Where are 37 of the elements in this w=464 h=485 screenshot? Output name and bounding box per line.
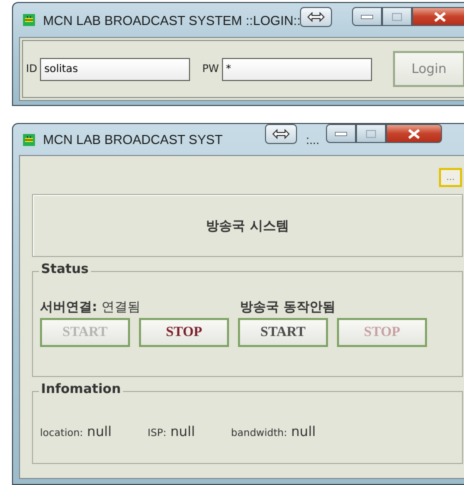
resize-button[interactable] xyxy=(300,7,332,27)
minimize-button[interactable] xyxy=(352,7,382,26)
maximize-icon xyxy=(366,130,376,138)
field-label: location: xyxy=(40,428,84,439)
close-button[interactable] xyxy=(386,124,442,143)
station-status: 방송국 동작안됨 xyxy=(240,299,337,316)
more-button[interactable]: ... xyxy=(439,168,462,187)
start-button[interactable]: START xyxy=(238,318,328,347)
field-value: null xyxy=(291,424,316,440)
maximize-icon xyxy=(392,12,402,20)
field-value: null xyxy=(170,424,195,440)
double-arrow-icon xyxy=(307,12,325,22)
id-label: ID xyxy=(26,63,38,75)
pw-label: PW xyxy=(202,63,219,75)
stop-button[interactable]: STOP xyxy=(139,318,229,347)
server-status: 서버연결: 연결됨 xyxy=(40,299,142,316)
app-icon xyxy=(23,134,35,146)
resize-button[interactable] xyxy=(265,124,297,144)
password-field[interactable]: * xyxy=(222,58,372,80)
minimize-icon xyxy=(361,14,373,18)
close-icon xyxy=(408,128,420,138)
id-field[interactable]: solitas xyxy=(40,58,190,80)
window-title: MCN LAB BROADCAST SYSTEM ::LOGIN:: xyxy=(43,12,301,28)
field-label: ISP: xyxy=(148,428,166,439)
window-title: :... xyxy=(306,133,320,147)
minimize-button[interactable] xyxy=(326,124,356,143)
double-arrow-icon xyxy=(272,129,290,139)
minimize-icon xyxy=(335,132,347,136)
app-icon xyxy=(23,14,35,26)
close-icon xyxy=(434,12,446,22)
maximize-button[interactable] xyxy=(382,7,412,26)
field-label: bandwidth: xyxy=(231,428,288,439)
maximize-button[interactable] xyxy=(356,124,386,143)
close-button[interactable] xyxy=(412,7,464,26)
header-title: 방송국 시스템 xyxy=(206,218,289,234)
window-title: MCN LAB BROADCAST SYST xyxy=(43,132,223,147)
field-value: null xyxy=(87,424,112,440)
